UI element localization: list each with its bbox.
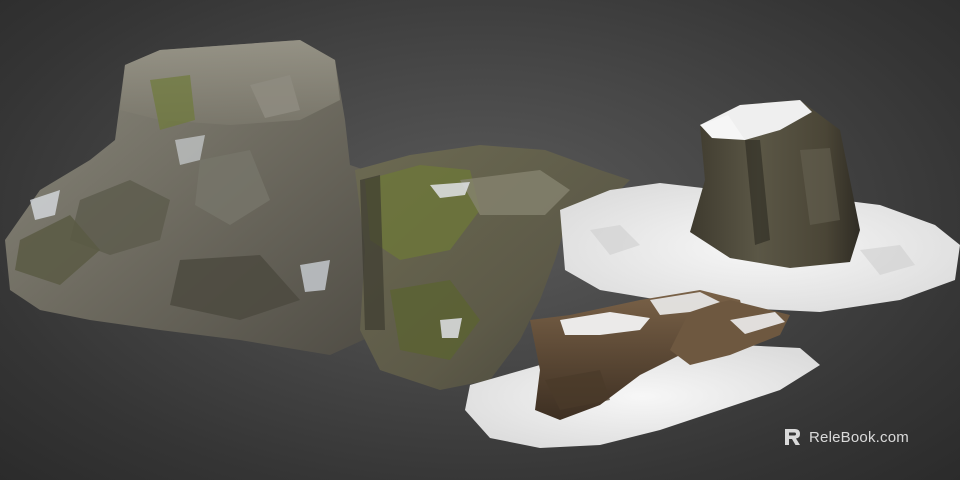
watermark: ReleBook.com (783, 426, 909, 448)
relebook-logo-icon (783, 427, 803, 447)
watermark-text: ReleBook.com (809, 428, 909, 446)
large-mossy-rock (5, 40, 385, 355)
scan-scene (5, 40, 960, 448)
snowy-tree-stump (560, 100, 960, 312)
